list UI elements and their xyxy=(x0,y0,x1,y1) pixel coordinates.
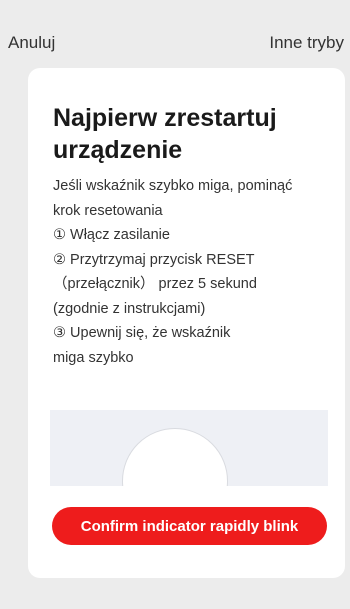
instruction-step-2: ② Przytrzymaj przycisk RESET xyxy=(53,251,255,268)
reset-instructions-card: Najpierw zrestartuj urządzenie Jeśli wsk… xyxy=(28,68,345,578)
instruction-step-1: ① Włącz zasilanie xyxy=(53,227,170,243)
instruction-step-3-cont: miga szybko xyxy=(53,349,134,366)
instructions-text: Jeśli wskaźnik szybko miga, pominąć krok… xyxy=(53,174,338,370)
instruction-step-2-note: (zgodnie z instrukcjami) xyxy=(53,300,206,317)
other-modes-button[interactable]: Inne tryby xyxy=(269,33,344,53)
instruction-line: krok resetowania xyxy=(53,202,163,219)
instruction-line: Jeśli wskaźnik szybko miga, pominąć xyxy=(53,178,293,194)
instruction-step-2-cont: （przełącznik） przez 5 sekund xyxy=(53,276,257,292)
cancel-button[interactable]: Anuluj xyxy=(8,33,55,53)
confirm-indicator-button[interactable]: Confirm indicator rapidly blink xyxy=(52,507,327,545)
instruction-step-3: ③ Upewnij się, że wskaźnik xyxy=(53,325,231,341)
card-title: Najpierw zrestartuj urządzenie xyxy=(53,104,277,164)
top-bar: Anuluj Inne tryby xyxy=(0,0,350,70)
device-icon xyxy=(122,428,228,486)
device-illustration xyxy=(50,410,328,486)
